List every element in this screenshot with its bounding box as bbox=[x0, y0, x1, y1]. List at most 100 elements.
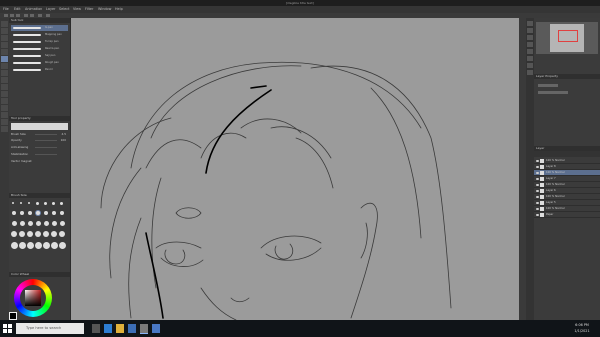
property-slider[interactable] bbox=[35, 134, 57, 135]
size-preset[interactable] bbox=[28, 221, 33, 226]
size-preset[interactable] bbox=[44, 202, 47, 205]
balloon-tool-icon[interactable] bbox=[1, 119, 8, 125]
size-preset[interactable] bbox=[19, 242, 26, 249]
size-preset[interactable] bbox=[60, 221, 65, 226]
panel-toggle-icon[interactable] bbox=[527, 21, 533, 26]
file-explorer-icon[interactable] bbox=[116, 324, 124, 333]
redo-icon[interactable] bbox=[30, 14, 34, 17]
canvas-vertical-scrollbar[interactable] bbox=[519, 18, 526, 320]
size-preset[interactable] bbox=[59, 231, 65, 237]
windows-start-icon[interactable] bbox=[3, 324, 12, 333]
color-wheel[interactable] bbox=[14, 279, 52, 317]
brush-tool-icon[interactable] bbox=[1, 70, 8, 76]
selection-tool-icon[interactable] bbox=[1, 42, 8, 48]
gradient-tool-icon[interactable] bbox=[1, 98, 8, 104]
brush-item[interactable]: Pencil bbox=[11, 67, 68, 73]
size-preset[interactable] bbox=[12, 221, 17, 226]
save-icon[interactable] bbox=[16, 14, 20, 17]
zoom-tool-icon[interactable] bbox=[1, 21, 8, 27]
eyedropper-tool-icon[interactable] bbox=[1, 49, 8, 55]
canvas-area[interactable] bbox=[71, 18, 519, 320]
size-preset[interactable] bbox=[35, 231, 41, 237]
menu-filter[interactable]: Filter bbox=[85, 6, 93, 13]
eraser-tool-icon[interactable] bbox=[1, 84, 8, 90]
size-preset[interactable] bbox=[52, 221, 57, 226]
size-preset[interactable] bbox=[60, 211, 64, 215]
transform-icon[interactable] bbox=[46, 14, 50, 17]
figure-tool-icon[interactable] bbox=[1, 105, 8, 111]
menu-layer[interactable]: Layer bbox=[46, 6, 55, 13]
size-preset[interactable] bbox=[20, 221, 25, 226]
taskbar-search-input[interactable]: Type here to search bbox=[16, 323, 84, 334]
panel-toggle-icon[interactable] bbox=[527, 70, 533, 75]
size-preset[interactable] bbox=[19, 231, 25, 237]
size-preset[interactable] bbox=[27, 231, 33, 237]
clear-icon[interactable] bbox=[38, 14, 42, 17]
property-slider[interactable] bbox=[35, 140, 57, 141]
clip-studio-icon[interactable] bbox=[140, 324, 148, 334]
brush-item[interactable]: G-pen bbox=[11, 25, 68, 31]
store-icon[interactable] bbox=[128, 324, 136, 333]
menu-select[interactable]: Select bbox=[59, 6, 69, 13]
size-preset[interactable] bbox=[36, 202, 39, 205]
saturation-value-square[interactable] bbox=[25, 290, 41, 306]
size-preset[interactable] bbox=[44, 211, 48, 215]
panel-toggle-icon[interactable] bbox=[527, 28, 533, 33]
move-tool-icon[interactable] bbox=[1, 28, 8, 34]
eye-icon[interactable] bbox=[536, 178, 539, 180]
brush-item[interactable]: Saji pen bbox=[11, 53, 68, 59]
size-preset[interactable] bbox=[20, 202, 22, 204]
menu-file[interactable]: File bbox=[3, 6, 9, 13]
drawing-canvas[interactable] bbox=[71, 18, 519, 320]
task-view-icon[interactable] bbox=[92, 324, 100, 333]
brush-item[interactable]: Rough pen bbox=[11, 60, 68, 66]
size-preset[interactable] bbox=[35, 242, 42, 249]
correct-line-tool-icon[interactable] bbox=[1, 126, 8, 132]
text-tool-icon[interactable] bbox=[1, 112, 8, 118]
property-stabilization[interactable]: Stabilization bbox=[11, 152, 68, 157]
panel-toggle-icon[interactable] bbox=[527, 42, 533, 47]
property-opacity[interactable]: Opacity 100 bbox=[11, 138, 68, 143]
size-preset[interactable] bbox=[43, 231, 49, 237]
fill-tool-icon[interactable] bbox=[1, 91, 8, 97]
size-preset[interactable] bbox=[60, 202, 63, 205]
eye-icon[interactable] bbox=[536, 166, 539, 168]
edge-icon[interactable] bbox=[104, 324, 112, 333]
brush-item[interactable]: Turnip pen bbox=[11, 39, 68, 45]
eye-icon[interactable] bbox=[536, 190, 539, 192]
size-preset[interactable] bbox=[59, 242, 66, 249]
panel-toggle-icon[interactable] bbox=[527, 63, 533, 68]
brush-item[interactable]: Real G-pen bbox=[11, 46, 68, 52]
menu-animation[interactable]: Animation bbox=[25, 6, 42, 13]
size-preset[interactable] bbox=[11, 231, 17, 237]
size-preset[interactable] bbox=[36, 221, 41, 226]
size-preset[interactable] bbox=[28, 211, 32, 215]
new-icon[interactable] bbox=[4, 14, 8, 17]
size-preset[interactable] bbox=[52, 211, 56, 215]
panel-toggle-icon[interactable] bbox=[527, 35, 533, 40]
size-preset[interactable] bbox=[27, 242, 34, 249]
brush-item[interactable]: Mapping pen bbox=[11, 32, 68, 38]
pen-tool-icon[interactable] bbox=[1, 56, 8, 62]
property-anti-aliasing[interactable]: Anti-aliasing bbox=[11, 145, 68, 150]
eye-icon[interactable] bbox=[536, 172, 539, 174]
size-preset-selected[interactable] bbox=[36, 211, 40, 215]
property-brush-size[interactable]: Brush Size 4.5 bbox=[11, 132, 68, 137]
eye-icon[interactable] bbox=[536, 202, 539, 204]
size-preset[interactable] bbox=[12, 211, 16, 215]
eye-icon[interactable] bbox=[536, 160, 539, 162]
eye-icon[interactable] bbox=[536, 208, 539, 210]
layer-property-control[interactable] bbox=[538, 84, 558, 87]
size-preset[interactable] bbox=[20, 211, 24, 215]
menu-edit[interactable]: Edit bbox=[14, 6, 21, 13]
layer-row[interactable]: Paper bbox=[534, 212, 600, 218]
eye-icon[interactable] bbox=[536, 214, 539, 216]
size-preset[interactable] bbox=[44, 221, 49, 226]
property-slider[interactable] bbox=[35, 154, 57, 155]
menu-window[interactable]: Window bbox=[98, 6, 111, 13]
eye-icon[interactable] bbox=[536, 184, 539, 186]
property-slider[interactable] bbox=[35, 147, 57, 148]
size-preset[interactable] bbox=[51, 242, 58, 249]
navigator-view-frame[interactable] bbox=[558, 30, 578, 42]
app-icon[interactable] bbox=[152, 324, 160, 333]
